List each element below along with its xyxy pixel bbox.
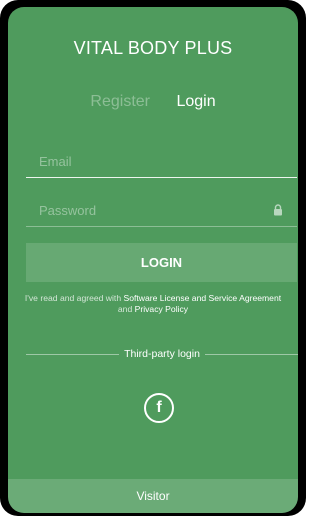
third-party-divider: Third-party login [26,348,298,360]
login-screen: VITAL BODY PLUS Register Login LOGIN I'v… [8,7,298,513]
lock-icon [274,204,282,216]
auth-tabs: Register Login [8,93,298,111]
facebook-icon: f [156,399,162,416]
tab-login[interactable]: Login [176,93,215,111]
agreement-text: I've read and agreed with Software Licen… [22,293,284,315]
app-title: VITAL BODY PLUS [73,38,233,58]
facebook-login-button[interactable]: f [144,393,174,423]
login-button[interactable]: LOGIN [26,243,297,282]
divider-line-left [26,353,120,355]
agreement-prefix: I've read and agreed with [24,293,124,303]
third-party-label: Third-party login [124,348,200,360]
agreement-conjunction: and [117,304,135,314]
password-field[interactable] [26,196,269,224]
license-agreement-link[interactable]: Software License and Service Agreement [123,293,281,303]
email-field-container [26,147,297,178]
email-field[interactable] [26,147,269,175]
tab-register[interactable]: Register [90,93,150,111]
visitor-button[interactable]: Visitor [8,479,298,513]
privacy-policy-link[interactable]: Privacy Policy [135,304,188,314]
password-field-container [26,196,297,227]
device-frame: VITAL BODY PLUS Register Login LOGIN I'v… [0,0,306,516]
divider-line-right [204,353,298,355]
